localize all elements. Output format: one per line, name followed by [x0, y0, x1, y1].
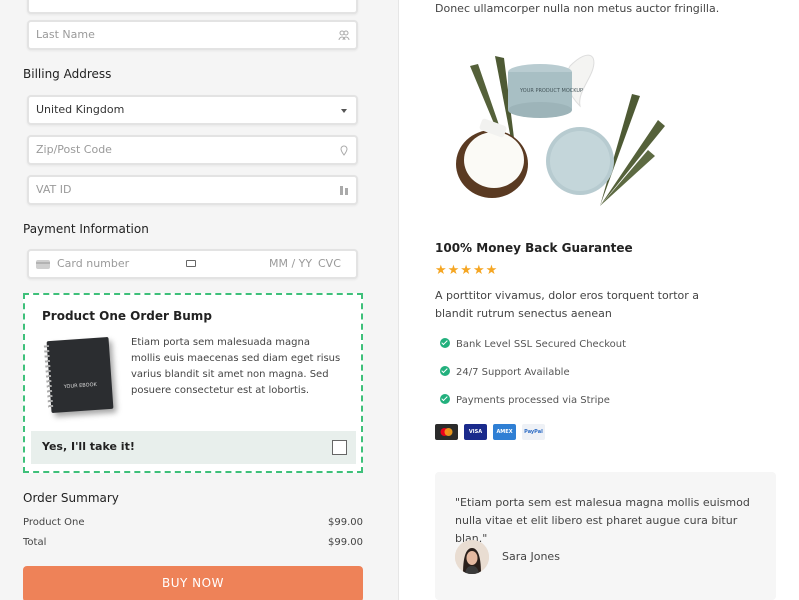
feature-label: Payments processed via Stripe — [456, 395, 610, 406]
buy-now-button[interactable]: BUY NOW — [23, 566, 363, 600]
last-name-placeholder: Last Name — [36, 28, 95, 41]
summary-total-row: Total $99.00 — [23, 537, 363, 548]
ebook-image: YOUR EBOOK — [43, 336, 114, 414]
vat-placeholder: VAT ID — [36, 183, 72, 196]
card-input[interactable]: Card number MM / YY CVC — [27, 249, 358, 279]
user-icon — [338, 0, 350, 5]
rating-stars: ★★★★★ — [435, 263, 499, 278]
amex-icon: AMEX — [493, 424, 516, 440]
summary-total-value: $99.00 — [328, 537, 363, 548]
credit-card-icon — [36, 260, 50, 269]
feature-item: 24/7 Support Available — [440, 366, 570, 378]
avatar — [455, 540, 489, 574]
chevron-down-icon — [341, 109, 347, 113]
country-value: United Kingdom — [36, 103, 125, 116]
guarantee-title: 100% Money Back Guarantee — [435, 241, 633, 255]
location-pin-icon — [340, 145, 348, 156]
testimonial-card: "Etiam porta sem est malesua magna molli… — [435, 472, 776, 600]
vat-id-field[interactable]: VAT ID — [27, 175, 358, 205]
summary-row: Product One $99.00 — [23, 517, 363, 528]
product-description: A porttitor vivamus, dolor eros torquent… — [435, 289, 699, 320]
cvc-placeholder: CVC — [318, 257, 341, 270]
zip-field[interactable]: Zip/Post Code — [27, 135, 358, 165]
users-icon — [338, 30, 350, 41]
summary-total-label: Total — [23, 537, 47, 548]
feature-label: 24/7 Support Available — [456, 367, 570, 378]
order-bump-box: Product One Order Bump YOUR EBOOK Etiam … — [23, 293, 363, 473]
first-name-field[interactable] — [27, 0, 358, 14]
visa-icon: VISA — [464, 424, 487, 440]
product-tagline: Donec ullamcorper nulla non metus auctor… — [435, 2, 720, 15]
payment-information-title: Payment Information — [23, 222, 149, 236]
feature-item: Payments processed via Stripe — [440, 394, 610, 406]
mastercard-icon — [435, 424, 458, 440]
ebook-spiral — [43, 345, 54, 410]
ebook-cover-text: YOUR EBOOK — [63, 381, 98, 391]
check-circle-icon — [440, 394, 450, 404]
feature-item: Bank Level SSL Secured Checkout — [440, 338, 626, 350]
testimonial-quote: "Etiam porta sem est malesua magna molli… — [455, 496, 750, 545]
summary-row-value: $99.00 — [328, 517, 363, 528]
order-bump-accept-row[interactable]: Yes, I'll take it! — [31, 431, 356, 464]
zip-placeholder: Zip/Post Code — [36, 143, 112, 156]
jar-label: YOUR PRODUCT MOCKUP — [519, 88, 583, 94]
testimonial-author: Sara Jones — [502, 550, 560, 563]
order-summary-title: Order Summary — [23, 491, 119, 505]
expiry-placeholder: MM / YY — [269, 257, 313, 270]
card-number-placeholder: Card number — [57, 257, 130, 270]
country-select[interactable]: United Kingdom — [27, 95, 358, 125]
product-info-panel: Donec ullamcorper nulla non metus auctor… — [400, 0, 799, 600]
summary-row-label: Product One — [23, 517, 85, 528]
product-image: YOUR PRODUCT MOCKUP — [456, 54, 665, 206]
building-icon — [340, 186, 348, 195]
order-bump-checkbox[interactable] — [332, 440, 347, 455]
check-circle-icon — [440, 366, 450, 376]
billing-address-title: Billing Address — [23, 67, 112, 81]
last-name-field[interactable]: Last Name — [27, 20, 358, 50]
feature-label: Bank Level SSL Secured Checkout — [456, 339, 627, 350]
order-bump-description: Etiam porta sem malesuada magna mollis e… — [131, 337, 341, 396]
card-brand-icon — [186, 260, 196, 267]
check-circle-icon — [440, 338, 450, 348]
order-bump-title: Product One Order Bump — [42, 309, 212, 323]
checkout-form-panel: Last Name Billing Address United Kingdom… — [0, 0, 399, 600]
order-bump-accept-label: Yes, I'll take it! — [42, 440, 135, 453]
paypal-icon: PayPal — [522, 424, 545, 440]
